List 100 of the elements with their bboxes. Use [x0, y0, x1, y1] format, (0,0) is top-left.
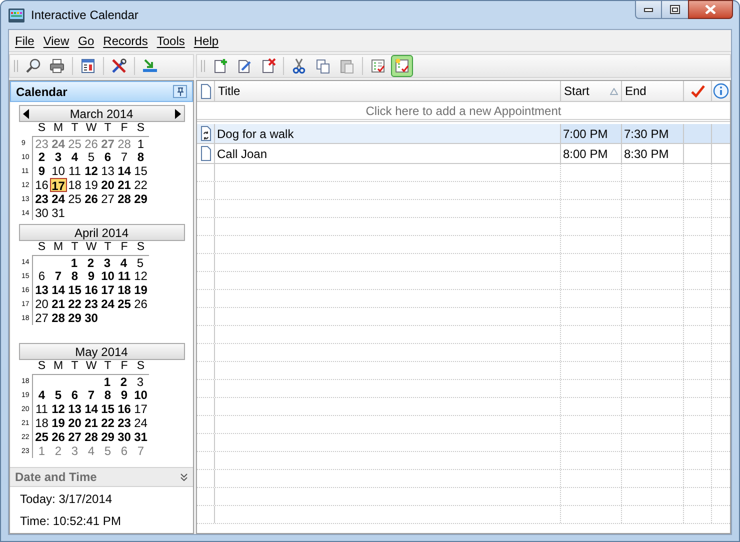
- calendar-day[interactable]: 28: [83, 430, 100, 444]
- calendar-day[interactable]: 17: [50, 178, 66, 192]
- calendar-day[interactable]: 26: [50, 430, 66, 444]
- calendar-day[interactable]: 26: [132, 297, 149, 311]
- calendar-day[interactable]: 10: [132, 388, 149, 402]
- calendar-day[interactable]: 16: [83, 283, 100, 297]
- calendar-day[interactable]: 27: [34, 311, 50, 325]
- calendar-day[interactable]: 3: [50, 150, 66, 164]
- next-month-arrow[interactable]: [174, 108, 180, 118]
- calendar-day[interactable]: 4: [34, 388, 50, 402]
- calendar-day[interactable]: 28: [50, 311, 66, 325]
- menu-item[interactable]: File: [15, 32, 34, 50]
- calendar-day[interactable]: 24: [100, 297, 116, 311]
- calendar-day[interactable]: 20: [66, 416, 83, 430]
- calendar-day[interactable]: 25: [34, 430, 50, 444]
- calendar-day[interactable]: 7: [50, 269, 66, 283]
- calendar-day[interactable]: 2: [50, 444, 66, 458]
- calendar-day[interactable]: 18: [34, 416, 50, 430]
- calendar-day[interactable]: 11: [116, 269, 132, 283]
- calendar-day[interactable]: 6: [116, 444, 132, 458]
- calendar-day[interactable]: 11: [34, 402, 50, 416]
- column-header[interactable]: Start: [561, 81, 622, 101]
- calendar-day[interactable]: 22: [100, 416, 116, 430]
- calendar-day[interactable]: 9: [83, 269, 100, 283]
- calendar-day[interactable]: 31: [50, 206, 66, 220]
- calendar-day[interactable]: 10: [50, 164, 66, 178]
- calendar-day[interactable]: 4: [116, 256, 132, 269]
- calendar-day[interactable]: 20: [34, 297, 50, 311]
- calendar-day[interactable]: 6: [34, 269, 50, 283]
- calendar-day[interactable]: 24: [132, 416, 149, 430]
- calendar-day[interactable]: 1: [34, 444, 50, 458]
- calendar-day[interactable]: 24: [50, 192, 66, 206]
- calendar-day[interactable]: 2: [116, 375, 132, 388]
- calendar-day[interactable]: 4: [66, 150, 83, 164]
- calendar-day[interactable]: 3: [132, 375, 148, 388]
- appointment-row[interactable]: Dog for a walk 7:00 PM 7:30 PM: [197, 124, 730, 144]
- calendar-day[interactable]: 5: [100, 444, 116, 458]
- calendar-day[interactable]: 8: [66, 269, 83, 283]
- calendar-day[interactable]: 3: [99, 256, 116, 269]
- calendar-day[interactable]: 13: [66, 402, 83, 416]
- calendar-day[interactable]: 14: [116, 164, 132, 178]
- calendar-day[interactable]: 21: [50, 297, 66, 311]
- calendar-day[interactable]: 29: [100, 430, 116, 444]
- calendar-day[interactable]: 15: [66, 283, 83, 297]
- calendar-day[interactable]: 25: [66, 137, 83, 150]
- calendar-day[interactable]: 31: [132, 430, 149, 444]
- calendar-day[interactable]: 27: [100, 137, 116, 150]
- calendar-day[interactable]: 12: [132, 269, 149, 283]
- calendar-day[interactable]: 28: [116, 137, 132, 150]
- maximize-button[interactable]: [662, 0, 688, 19]
- calendar-day[interactable]: 23: [34, 192, 50, 206]
- calendar-day[interactable]: 8: [132, 150, 149, 164]
- calendar-day[interactable]: 29: [66, 311, 83, 325]
- calendar-day[interactable]: 17: [132, 402, 149, 416]
- column-header[interactable]: Title: [215, 81, 561, 101]
- calendar-day[interactable]: 27: [66, 430, 83, 444]
- calendar-day[interactable]: 9: [34, 164, 50, 178]
- calendar-day[interactable]: 21: [116, 178, 132, 192]
- menu-item[interactable]: Go: [78, 32, 94, 50]
- calendar-day[interactable]: 18: [66, 178, 83, 192]
- calendar-day[interactable]: 26: [83, 192, 100, 206]
- calendar-day[interactable]: 15: [132, 164, 149, 178]
- calendar-day[interactable]: 18: [116, 283, 132, 297]
- calendar-day[interactable]: 19: [83, 178, 100, 192]
- pin-button[interactable]: [173, 85, 187, 98]
- calendar-day[interactable]: 14: [83, 402, 100, 416]
- calendar-day[interactable]: 16: [34, 178, 50, 192]
- menu-item[interactable]: View: [43, 32, 70, 50]
- calendar-day[interactable]: 14: [50, 283, 66, 297]
- minimize-button[interactable]: [635, 0, 662, 19]
- calendar-day[interactable]: 1: [99, 375, 116, 388]
- appointment-row[interactable]: Call Joan 8:00 PM 8:30 PM: [197, 144, 730, 164]
- previous-month-arrow[interactable]: [22, 108, 28, 118]
- calendar-day[interactable]: 1: [132, 137, 149, 150]
- calendar-day[interactable]: 26: [83, 137, 100, 150]
- calendar-day[interactable]: 22: [132, 178, 149, 192]
- column-header[interactable]: End: [622, 81, 684, 101]
- calendar-day[interactable]: 5: [50, 388, 66, 402]
- calendar-day[interactable]: 30: [83, 311, 100, 325]
- calendar-day[interactable]: 6: [100, 150, 116, 164]
- calendar-day[interactable]: 7: [116, 150, 132, 164]
- calendar-day[interactable]: 28: [116, 192, 132, 206]
- calendar-day[interactable]: 2: [82, 256, 99, 269]
- calendar-day[interactable]: 6: [66, 388, 83, 402]
- calendar-day[interactable]: 7: [83, 388, 100, 402]
- calendar-day[interactable]: 15: [100, 402, 116, 416]
- calendar-day[interactable]: 30: [116, 430, 132, 444]
- calendar-day[interactable]: 7: [132, 444, 149, 458]
- menu-item[interactable]: Tools: [156, 32, 185, 50]
- calendar-day[interactable]: 5: [83, 150, 100, 164]
- collapse-icon[interactable]: [180, 473, 188, 481]
- calendar-day[interactable]: 29: [132, 192, 149, 206]
- calendar-day[interactable]: 27: [100, 192, 116, 206]
- calendar-day[interactable]: 23: [116, 416, 132, 430]
- calendar-day[interactable]: 1: [66, 256, 82, 269]
- calendar-day[interactable]: 30: [34, 206, 50, 220]
- calendar-day[interactable]: 11: [66, 164, 83, 178]
- calendar-day[interactable]: 13: [100, 164, 116, 178]
- calendar-day[interactable]: 10: [100, 269, 116, 283]
- calendar-day[interactable]: 25: [66, 192, 83, 206]
